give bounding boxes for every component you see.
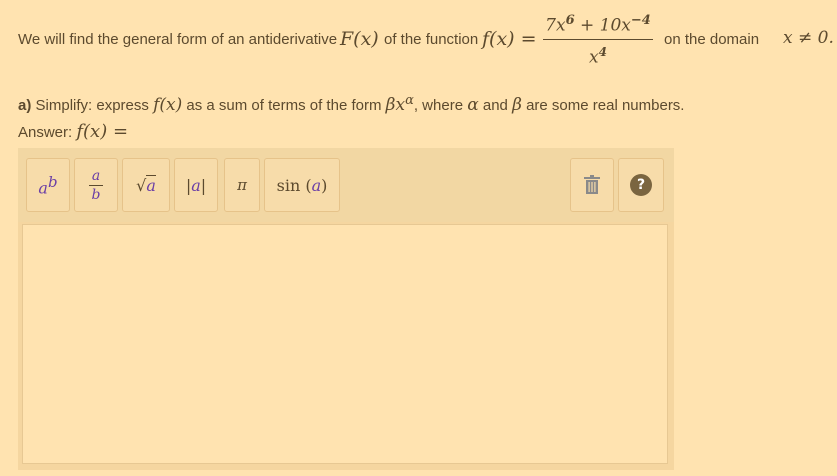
sqrt-var: a — [146, 174, 156, 195]
numerator-term-a: 7x — [545, 15, 566, 36]
part-a-label: a) — [18, 97, 32, 114]
sqrt-icon: √a — [136, 174, 156, 195]
clear-button[interactable] — [570, 158, 614, 212]
numerator-exp-b: −4 — [630, 13, 651, 28]
domain-text: on the domain — [664, 31, 760, 48]
denominator-exp: 4 — [598, 44, 607, 59]
fraction-numerator: 7x6 + 10x−4 — [543, 10, 653, 37]
fraction-denominator: x4 — [543, 42, 653, 68]
math-editor: ab a b √a |a| π sin (a) ? — [18, 148, 674, 470]
answer-fx: f(x) = — [76, 121, 129, 142]
abs-icon: |a| — [186, 176, 206, 195]
beta-symbol: β — [512, 95, 522, 115]
part-a-instr3: , where — [413, 97, 464, 114]
help-button[interactable]: ? — [618, 158, 664, 212]
answer-line: Answer: f(x) = — [18, 121, 128, 142]
and-text: and — [482, 97, 508, 114]
part-a-instr1: Simplify: express — [35, 97, 149, 114]
abs-var: a — [191, 175, 201, 195]
form-base: βx — [385, 95, 406, 115]
alpha-symbol: α — [467, 95, 479, 115]
domain-condition: x ≠ 0. — [783, 28, 834, 48]
form-exp: α — [405, 93, 414, 108]
answer-input-area[interactable] — [22, 224, 668, 464]
pi-icon: π — [237, 176, 247, 194]
part-a-instructions: a) Simplify: express f(x) as a sum of te… — [18, 93, 684, 115]
answer-label: Answer: — [18, 124, 73, 141]
abs-button[interactable]: |a| — [174, 158, 218, 212]
fraction-icon-num: a — [91, 167, 101, 184]
power-exp: b — [47, 172, 58, 191]
sin-fn: sin — [276, 175, 301, 195]
function-fraction: 7x6 + 10x−4 x4 — [543, 10, 653, 68]
sqrt-symbol: √ — [136, 175, 147, 195]
power-button[interactable]: ab — [26, 158, 70, 212]
abs-right: | — [200, 175, 207, 195]
fraction-icon-den: b — [91, 186, 101, 203]
fraction-bar — [543, 38, 653, 40]
fraction-icon — [89, 184, 103, 186]
sin-button[interactable]: sin (a) — [264, 158, 340, 212]
intro-text: We will find the general form of an anti… — [18, 31, 338, 48]
of-function-text: of the function — [384, 31, 479, 48]
sqrt-button[interactable]: √a — [122, 158, 170, 212]
trash-icon — [584, 175, 600, 194]
antiderivative-symbol: F(x) — [340, 28, 379, 50]
numerator-term-b: + 10x — [574, 15, 631, 36]
sin-var: a — [311, 175, 322, 195]
numerator-exp-a: 6 — [565, 13, 575, 28]
fraction-button[interactable]: a b — [74, 158, 118, 212]
part-a-fx: f(x) — [153, 95, 183, 115]
sin-close: ) — [321, 175, 328, 195]
power-icon: ab — [38, 173, 57, 197]
sin-icon: sin (a) — [277, 176, 328, 195]
help-icon: ? — [630, 174, 652, 196]
part-a-instr4: are some real numbers. — [526, 97, 685, 114]
function-lhs: f(x) = — [482, 28, 537, 50]
part-a-instr2: as a sum of terms of the form — [186, 97, 382, 114]
denominator-base: x — [589, 47, 599, 68]
math-toolbar: ab a b √a |a| π sin (a) ? — [18, 148, 674, 222]
pi-button[interactable]: π — [224, 158, 260, 212]
power-base: a — [38, 178, 48, 198]
problem-statement: We will find the general form of an anti… — [18, 10, 834, 74]
